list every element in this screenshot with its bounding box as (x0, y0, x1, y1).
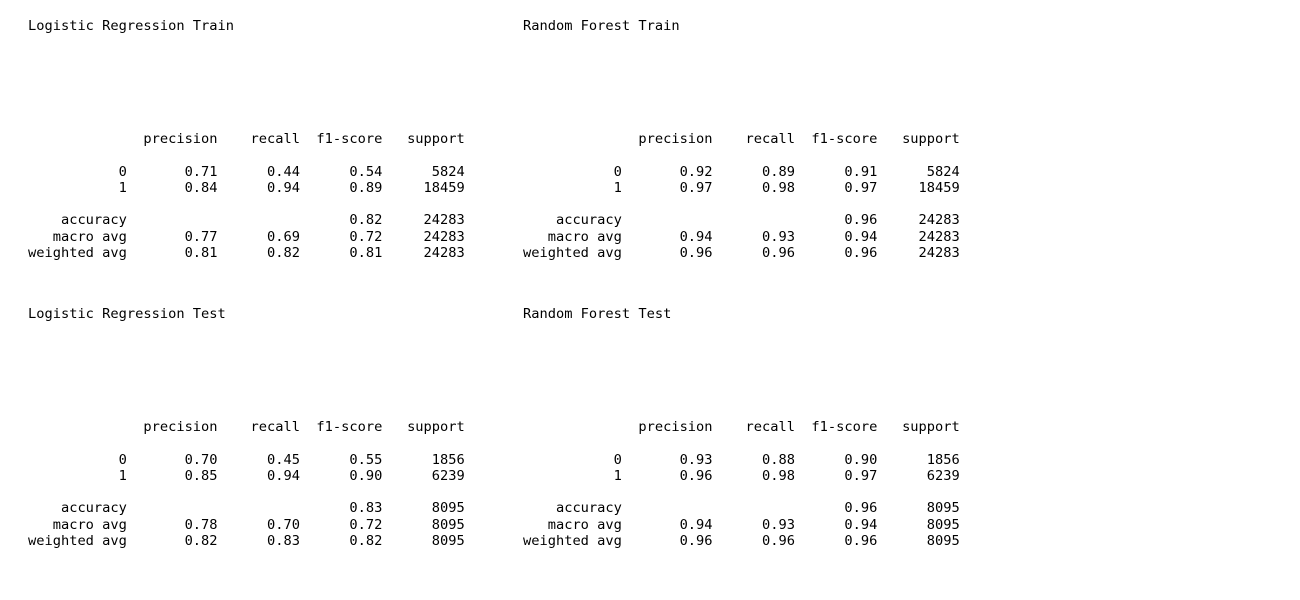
classification-report-text: precision recall f1-score support 0 0.93… (523, 419, 960, 549)
report-title: Random Forest Train (523, 18, 680, 34)
classification-report-text: precision recall f1-score support 0 0.92… (523, 131, 960, 261)
random-forest-train-report: Random Forest Train precision recall f1-… (523, 18, 960, 261)
report-title: Random Forest Test (523, 306, 672, 322)
logistic-regression-train-report: Logistic Regression Train precision reca… (28, 18, 465, 261)
classification-report-text: precision recall f1-score support 0 0.71… (28, 131, 465, 261)
report-title: Logistic Regression Train (28, 18, 235, 34)
random-forest-test-report: Random Forest Test precision recall f1-s… (523, 306, 960, 549)
classification-report-text: precision recall f1-score support 0 0.70… (28, 419, 465, 549)
report-title: Logistic Regression Test (28, 306, 226, 322)
logistic-regression-test-report: Logistic Regression Test precision recal… (28, 306, 465, 549)
